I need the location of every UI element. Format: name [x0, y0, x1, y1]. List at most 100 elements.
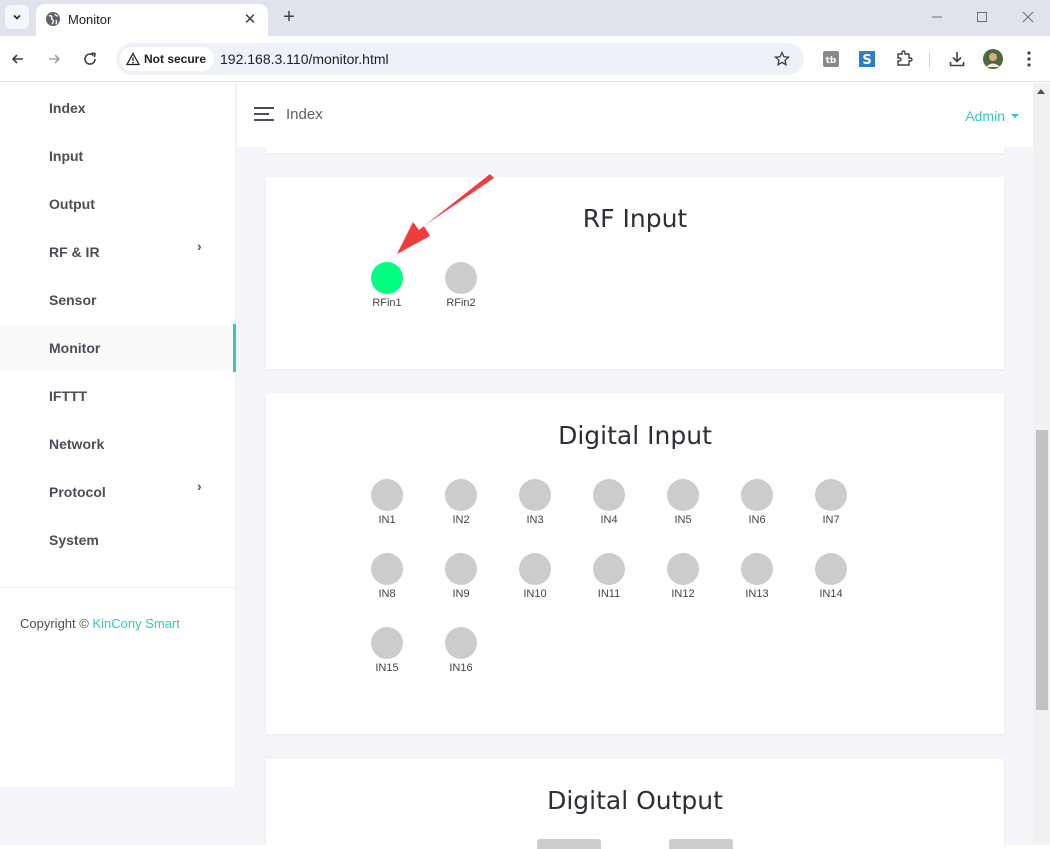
arrow-right-icon [49, 54, 61, 64]
io-label: RFin1 [372, 297, 402, 309]
card-title: RF Input [582, 204, 688, 233]
sidebar-item-output[interactable]: Output [0, 180, 236, 228]
sidebar-item-label: Protocol [49, 484, 106, 500]
io-indicator: IN11 [579, 553, 639, 603]
browser-menu-button[interactable] [1019, 49, 1039, 69]
sidebar-item-system[interactable]: System [0, 516, 236, 564]
top-header: Index Admin [237, 83, 1033, 147]
profile-button[interactable] [983, 49, 1003, 69]
status-dot-off [371, 627, 403, 659]
scroll-up-arrow-icon[interactable] [1037, 89, 1045, 94]
brand-link[interactable]: KinCony Smart [92, 616, 179, 631]
status-dot-off [593, 479, 625, 511]
io-indicator: IN4 [579, 479, 639, 529]
arrow-left-icon [11, 54, 23, 64]
sidebar-item-label: Input [49, 148, 84, 164]
status-dot-off [741, 553, 773, 585]
menu-toggle-icon[interactable] [254, 107, 274, 123]
status-dot-off [815, 553, 847, 585]
status-dot-off [445, 262, 477, 294]
status-dot-off [667, 553, 699, 585]
sidebar-item-label: Sensor [49, 292, 97, 308]
maximize-button[interactable] [971, 6, 993, 28]
address-bar[interactable]: Not secure 192.168.3.110/monitor.html [116, 43, 804, 75]
minimize-button[interactable] [926, 6, 948, 28]
io-label: IN12 [671, 588, 695, 600]
sidebar-item-index[interactable]: Index [0, 84, 236, 132]
svg-text:S: S [862, 53, 871, 67]
card-title: Digital Input [558, 421, 712, 450]
io-label: IN1 [378, 514, 396, 526]
io-indicator: IN14 [801, 553, 861, 603]
browser-tab[interactable]: Monitor ✕ [36, 4, 268, 36]
sidebar-item-input[interactable]: Input [0, 132, 236, 180]
io-indicator: RFin2 [431, 262, 491, 312]
download-icon [949, 52, 965, 67]
reload-icon [84, 52, 96, 65]
close-tab-icon[interactable]: ✕ [240, 9, 260, 29]
minimize-icon [932, 16, 942, 18]
sidebar-item-label: System [49, 532, 99, 548]
status-dot-on [371, 262, 403, 294]
new-tab-button[interactable]: + [278, 6, 300, 28]
status-dot-off [667, 479, 699, 511]
status-dot-off [445, 627, 477, 659]
output-toggle-button[interactable] [669, 839, 733, 849]
user-menu[interactable]: Admin [965, 108, 1019, 124]
browser-toolbar: Not secure 192.168.3.110/monitor.html tb… [0, 36, 1050, 82]
io-indicator: IN10 [505, 553, 565, 603]
status-dot-off [445, 553, 477, 585]
puzzle-icon [897, 50, 913, 66]
scroll-thumb[interactable] [1036, 430, 1048, 710]
sidebar-item-ifttt[interactable]: IFTTT [0, 372, 236, 420]
io-label: IN3 [526, 514, 544, 526]
security-label: Not secure [144, 52, 207, 66]
output-toggle-button[interactable] [537, 839, 601, 849]
io-indicator: IN5 [653, 479, 713, 529]
downloads-button[interactable] [947, 49, 967, 69]
sidebar-item-monitor[interactable]: Monitor [0, 324, 236, 372]
page-scrollbar[interactable] [1033, 83, 1050, 845]
forward-button[interactable] [43, 48, 65, 70]
close-icon [1022, 11, 1034, 23]
io-indicator: IN7 [801, 479, 861, 529]
sidebar-item-label: Output [49, 196, 95, 212]
header-title: Index [286, 106, 323, 123]
tb-extension-icon: tb [823, 51, 839, 67]
sidebar-item-protocol[interactable]: Protocol › [0, 468, 236, 516]
status-dot-off [371, 553, 403, 585]
tab-search-button[interactable] [5, 5, 29, 29]
sidebar-item-network[interactable]: Network [0, 420, 236, 468]
extension-s-button[interactable]: S [857, 49, 877, 69]
extension-tb-button[interactable]: tb [821, 49, 841, 69]
bookmark-button[interactable] [772, 49, 792, 69]
io-label: IN9 [452, 588, 470, 600]
star-icon [774, 51, 790, 67]
url-text[interactable]: 192.168.3.110/monitor.html [220, 51, 389, 67]
io-label: IN4 [600, 514, 618, 526]
sidebar-item-label: Monitor [49, 340, 101, 356]
status-dot-off [815, 479, 847, 511]
status-dot-off [593, 553, 625, 585]
io-label: IN15 [375, 662, 399, 674]
sidebar-item-sensor[interactable]: Sensor [0, 276, 236, 324]
tab-title: Monitor [68, 12, 112, 27]
io-label: RFin2 [446, 297, 476, 309]
sidebar-item-rf-ir[interactable]: RF & IR › [0, 228, 236, 276]
status-dot-off [519, 553, 551, 585]
io-label: IN2 [452, 514, 470, 526]
reload-button[interactable] [79, 48, 101, 70]
maximize-icon [977, 12, 987, 22]
back-button[interactable] [7, 48, 29, 70]
chevron-right-icon: › [197, 478, 202, 494]
page: Index Input Output RF & IR › Sensor Monit… [0, 83, 1050, 849]
close-window-button[interactable] [1017, 6, 1039, 28]
extensions-button[interactable] [894, 49, 914, 69]
site-info-chip[interactable]: Not secure [120, 47, 215, 71]
user-name: Admin [965, 108, 1005, 124]
io-label: IN10 [523, 588, 547, 600]
previous-card-edge [266, 147, 1004, 153]
io-label: IN14 [819, 588, 843, 600]
status-dot-off [445, 479, 477, 511]
io-label: IN8 [378, 588, 396, 600]
